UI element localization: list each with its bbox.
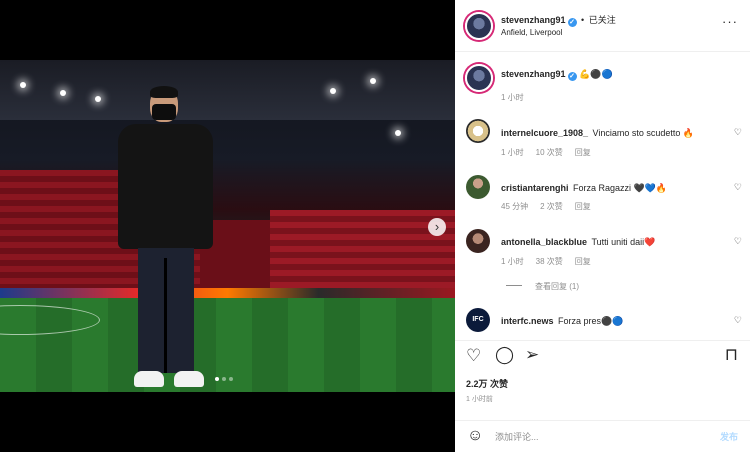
comment-time: 1 小时 xyxy=(501,148,524,157)
comment-like-heart-icon[interactable]: ♡ xyxy=(734,127,742,138)
location[interactable]: Anfield, Liverpool xyxy=(501,28,562,37)
comment-likes[interactable]: 10 次赞 xyxy=(536,147,563,158)
caption-username[interactable]: stevenzhang91 xyxy=(501,69,566,79)
comment-meta: 1 小时 10 次赞 回复 xyxy=(501,147,591,158)
carousel-dot xyxy=(222,377,226,381)
caption-time: 1 小时 xyxy=(501,93,524,102)
commenter-avatar[interactable] xyxy=(466,175,490,199)
separator: • xyxy=(581,15,585,25)
carousel-dots xyxy=(215,377,233,381)
black-jacket xyxy=(118,124,213,249)
comment-text: Forza Ragazzi 🖤💙🔥 xyxy=(572,183,668,193)
comment-likes[interactable]: 2 次赞 xyxy=(540,201,563,212)
commenter-avatar[interactable]: IFC xyxy=(466,308,490,332)
comment-row: antonella_blackblue Tutti uniti daii❤️ xyxy=(501,232,655,250)
comment-row: interfc.news Forza pres⚫🔵 xyxy=(501,311,623,329)
jeans xyxy=(138,248,194,373)
caption-row: stevenzhang91 ✓ 💪⚫🔵 xyxy=(501,69,613,81)
comment-username[interactable]: internelcuore_1908_ xyxy=(501,128,588,138)
post-header: stevenzhang91 ✓ • 已关注 Anfield, Liverpool … xyxy=(455,0,750,52)
verified-badge-icon: ✓ xyxy=(567,18,577,27)
comment-like-heart-icon[interactable]: ♡ xyxy=(734,236,742,247)
view-replies-button[interactable]: 查看回复 (1) xyxy=(535,281,579,292)
more-horizontal-icon[interactable]: ··· xyxy=(722,14,738,29)
comment-icon[interactable]: ◯ xyxy=(495,345,514,365)
floodlight xyxy=(370,78,376,84)
comment-meta: 1 小时 38 次赞 回复 xyxy=(501,256,591,267)
emoji-icon[interactable]: ☺ xyxy=(467,427,483,445)
commenter-avatar[interactable] xyxy=(466,119,490,143)
post-time: 1 小时前 xyxy=(466,396,493,403)
add-comment-bar: ☺ 发布 xyxy=(455,420,750,452)
carousel-dot xyxy=(215,377,219,381)
reply-button[interactable]: 回复 xyxy=(575,201,591,212)
header-username-row: stevenzhang91 ✓ • 已关注 xyxy=(501,13,616,27)
comment-time: 45 分钟 xyxy=(501,202,529,211)
commenter-avatar[interactable] xyxy=(466,229,490,253)
floodlight xyxy=(20,82,26,88)
reply-button[interactable]: 回复 xyxy=(575,147,591,158)
comment-text: Tutti uniti daii❤️ xyxy=(591,237,656,247)
comment-row: internelcuore_1908_ Vinciamo sto scudett… xyxy=(501,123,694,141)
post-comment-button[interactable]: 发布 xyxy=(720,430,738,443)
like-count[interactable]: 2.2万 次赞 xyxy=(466,377,508,390)
person-figure xyxy=(118,86,213,388)
comment-text: Vinciamo sto scudetto 🔥 xyxy=(592,128,695,138)
floodlight xyxy=(95,96,101,102)
stadium-roof xyxy=(0,60,455,120)
person-hair xyxy=(150,86,178,98)
follow-status[interactable]: 已关注 xyxy=(589,15,616,25)
floodlight xyxy=(330,88,336,94)
reply-button[interactable]: 回复 xyxy=(575,256,591,267)
heart-icon[interactable]: ♡ xyxy=(466,346,481,366)
comment-row: cristiantarenghi Forza Ragazzi 🖤💙🔥 xyxy=(501,178,667,196)
view-replies-line xyxy=(506,285,522,286)
comment-likes[interactable]: 38 次赞 xyxy=(536,256,563,267)
comment-like-heart-icon[interactable]: ♡ xyxy=(734,182,742,193)
left-sneaker xyxy=(134,371,164,387)
caption-emoji: 💪⚫🔵 xyxy=(579,69,613,79)
stadium-photo[interactable] xyxy=(0,60,455,392)
caption-avatar[interactable] xyxy=(465,64,493,92)
advertising-board xyxy=(0,288,455,298)
next-slide-icon[interactable]: › xyxy=(428,218,446,236)
verified-badge-icon: ✓ xyxy=(567,72,577,81)
carousel-dot xyxy=(229,377,233,381)
floodlight xyxy=(395,130,401,136)
post-sidebar: stevenzhang91 ✓ • 已关注 Anfield, Liverpool … xyxy=(455,0,750,452)
avatar[interactable] xyxy=(465,12,493,40)
stand-right xyxy=(270,210,455,295)
floodlight xyxy=(60,90,66,96)
caption-meta: 1 小时 xyxy=(501,92,524,103)
comment-text: Forza pres⚫🔵 xyxy=(557,316,624,326)
bookmark-icon[interactable]: ⊓ xyxy=(725,345,738,365)
share-icon[interactable]: ➢ xyxy=(525,345,539,365)
comment-username[interactable]: cristiantarenghi xyxy=(501,183,569,193)
comment-like-heart-icon[interactable]: ♡ xyxy=(734,315,742,326)
comment-username[interactable]: interfc.news xyxy=(501,316,554,326)
comment-input[interactable] xyxy=(495,430,695,444)
comment-username[interactable]: antonella_blackblue xyxy=(501,237,587,247)
face-mask xyxy=(152,104,176,120)
post-actions: ♡ ◯ ➢ ⊓ 2.2万 次赞 1 小时前 xyxy=(455,340,750,420)
post-media[interactable]: › xyxy=(0,0,455,452)
comment-meta: 45 分钟 2 次赞 回复 xyxy=(501,201,591,212)
right-sneaker xyxy=(174,371,204,387)
comment-time: 1 小时 xyxy=(501,257,524,266)
username[interactable]: stevenzhang91 xyxy=(501,15,566,25)
